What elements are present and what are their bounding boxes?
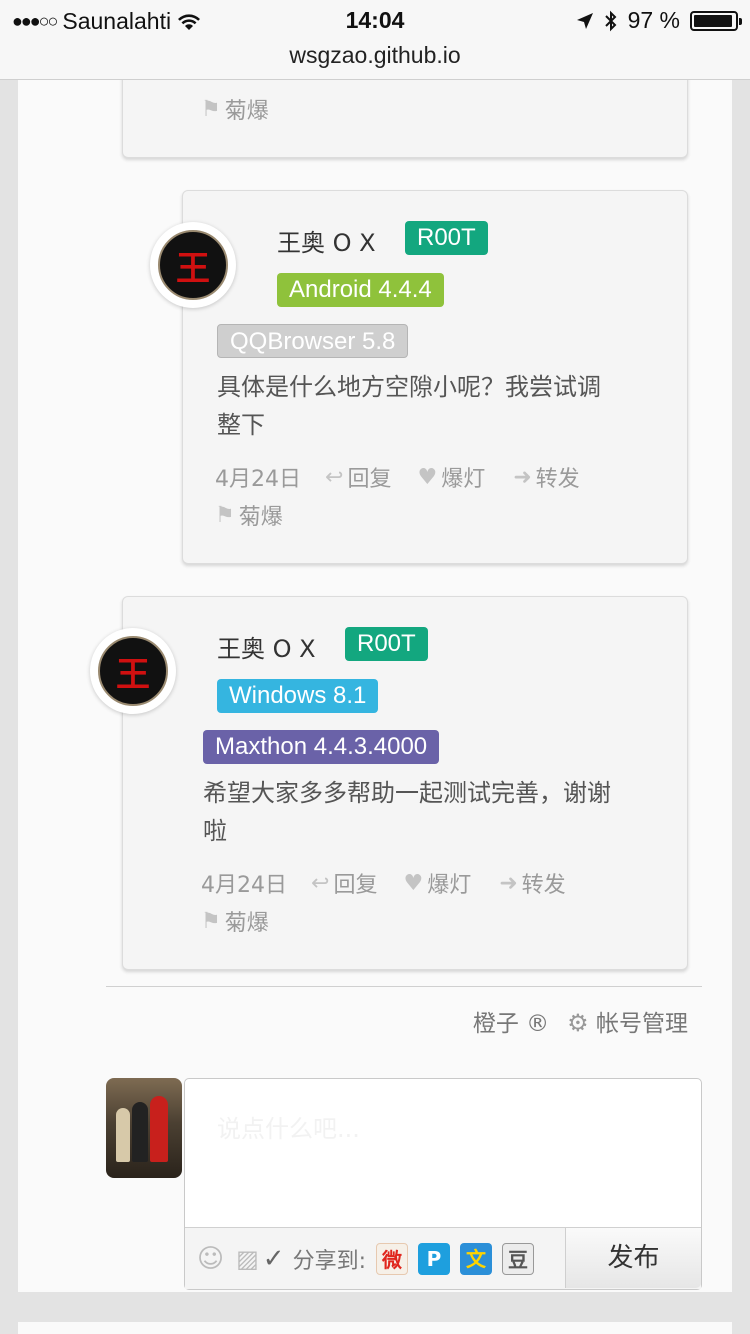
avatar[interactable]: 王 bbox=[90, 628, 176, 714]
report-link[interactable]: 菊爆 bbox=[239, 499, 283, 531]
avatar-seal-icon: 王 bbox=[98, 636, 168, 706]
heart-icon[interactable]: ♥ bbox=[403, 871, 423, 896]
root-badge: R00T bbox=[345, 627, 428, 661]
divider bbox=[106, 986, 702, 987]
battery-percent: 97 % bbox=[627, 7, 680, 33]
url-text: wsgzao.github.io bbox=[289, 42, 461, 68]
comment-card: 王奥 O X R00T Windows 8.1 Maxthon 4.4.3.40… bbox=[122, 596, 688, 970]
comment-text-line: 啦 bbox=[203, 817, 227, 845]
account-manage-label: 帐号管理 bbox=[596, 1011, 688, 1037]
heart-icon[interactable]: ♥ bbox=[417, 465, 437, 490]
os-badge: Android 4.4.4 bbox=[277, 273, 444, 307]
comment-meta: ⚑ 菊爆 bbox=[215, 499, 283, 531]
current-user[interactable]: 橙子 ® bbox=[473, 1004, 549, 1038]
avatar-seal-icon: 王 bbox=[158, 230, 228, 300]
like-link[interactable]: 爆灯 bbox=[427, 867, 471, 899]
comment-text: 具体是什么地方空隙小呢？我尝试调 整下 bbox=[217, 368, 657, 444]
browser-badge: QQBrowser 5.8 bbox=[217, 324, 409, 358]
qq-weibo-icon[interactable]: 文 bbox=[460, 1242, 493, 1275]
account-bar: 橙子 ® ⚙ 帐号管理 bbox=[473, 1004, 688, 1038]
battery-icon bbox=[690, 10, 742, 31]
status-bar: ●●●○○ Saunalahti 14:04 97 % bbox=[0, 0, 750, 40]
root-badge: R00T bbox=[405, 221, 488, 255]
bluetooth-icon bbox=[604, 10, 616, 31]
status-right: 97 % bbox=[576, 7, 742, 34]
comment-card: 王奥 O X R00T Android 4.4.4 QQBrowser 5.8 … bbox=[182, 190, 688, 564]
location-arrow-icon bbox=[576, 12, 593, 29]
reply-icon[interactable]: ↩ bbox=[325, 465, 343, 490]
flag-icon[interactable]: ⚑ bbox=[215, 503, 235, 528]
comment-composer: 说点什么吧... ☺ ▨ ✓ 分享到: 微 P 文 豆 发布 bbox=[184, 1078, 702, 1290]
report-link[interactable]: 菊爆 bbox=[225, 905, 269, 937]
comment-date: 4月24日 bbox=[215, 467, 301, 492]
comments-page: ⚑ 菊爆 王奥 O X R00T Android 4.4.4 QQBrowser… bbox=[18, 80, 732, 1292]
avatar[interactable]: 王 bbox=[150, 222, 236, 308]
comment-text-line: 整下 bbox=[217, 411, 265, 439]
comment-meta: 4月24日 ↩ 回复 ♥ 爆灯 ➜ 转发 bbox=[215, 461, 580, 493]
forward-icon[interactable]: ➜ bbox=[499, 871, 517, 896]
forward-link[interactable]: 转发 bbox=[522, 867, 566, 899]
url-bar[interactable]: wsgzao.github.io bbox=[0, 40, 750, 80]
next-section bbox=[18, 1322, 732, 1334]
douban-icon[interactable]: 豆 bbox=[502, 1242, 535, 1275]
reply-link[interactable]: 回复 bbox=[347, 461, 391, 493]
comment-username[interactable]: 王奥 O X bbox=[277, 223, 376, 258]
composer-toolbar: ☺ ▨ ✓ 分享到: 微 P 文 豆 发布 bbox=[185, 1227, 701, 1289]
comment-username[interactable]: 王奥 O X bbox=[217, 629, 316, 664]
os-badge: Windows 8.1 bbox=[217, 679, 379, 713]
forward-link[interactable]: 转发 bbox=[536, 461, 580, 493]
browser-badge: Maxthon 4.4.3.4000 bbox=[203, 730, 440, 764]
like-link[interactable]: 爆灯 bbox=[441, 461, 485, 493]
reply-link[interactable]: 回复 bbox=[333, 867, 377, 899]
comment-text-line: 希望大家多多帮助一起测试完善，谢谢 bbox=[203, 779, 611, 807]
forward-icon[interactable]: ➜ bbox=[513, 465, 531, 490]
comment-meta: ⚑ 菊爆 bbox=[201, 93, 269, 125]
report-link[interactable]: 菊爆 bbox=[225, 93, 269, 125]
image-icon[interactable]: ▨ bbox=[236, 1245, 259, 1273]
flag-icon[interactable]: ⚑ bbox=[201, 909, 221, 934]
comment-meta: 4月24日 ↩ 回复 ♥ 爆灯 ➜ 转发 bbox=[201, 867, 566, 899]
checkmark-icon[interactable]: ✓ bbox=[263, 1244, 285, 1274]
gear-icon: ⚙ bbox=[567, 1009, 589, 1037]
emoji-icon[interactable]: ☺ bbox=[197, 1244, 224, 1274]
share-label: 分享到: bbox=[292, 1248, 367, 1274]
comment-card: ⚑ 菊爆 bbox=[122, 80, 688, 158]
comment-text: 希望大家多多帮助一起测试完善，谢谢 啦 bbox=[203, 774, 663, 850]
weibo-icon[interactable]: 微 bbox=[376, 1242, 409, 1275]
user-avatar-photo[interactable] bbox=[106, 1078, 182, 1178]
publish-button[interactable]: 发布 bbox=[565, 1228, 701, 1288]
comment-date: 4月24日 bbox=[201, 873, 287, 898]
comment-input[interactable]: 说点什么吧... bbox=[217, 1109, 360, 1144]
flag-icon[interactable]: ⚑ bbox=[201, 97, 221, 122]
comment-meta: ⚑ 菊爆 bbox=[201, 905, 269, 937]
comment-text-line: 具体是什么地方空隙小呢？我尝试调 bbox=[217, 373, 601, 401]
account-manage-link[interactable]: ⚙ 帐号管理 bbox=[567, 1004, 688, 1038]
qzone-icon[interactable]: P bbox=[418, 1242, 451, 1275]
reply-icon[interactable]: ↩ bbox=[311, 871, 329, 896]
